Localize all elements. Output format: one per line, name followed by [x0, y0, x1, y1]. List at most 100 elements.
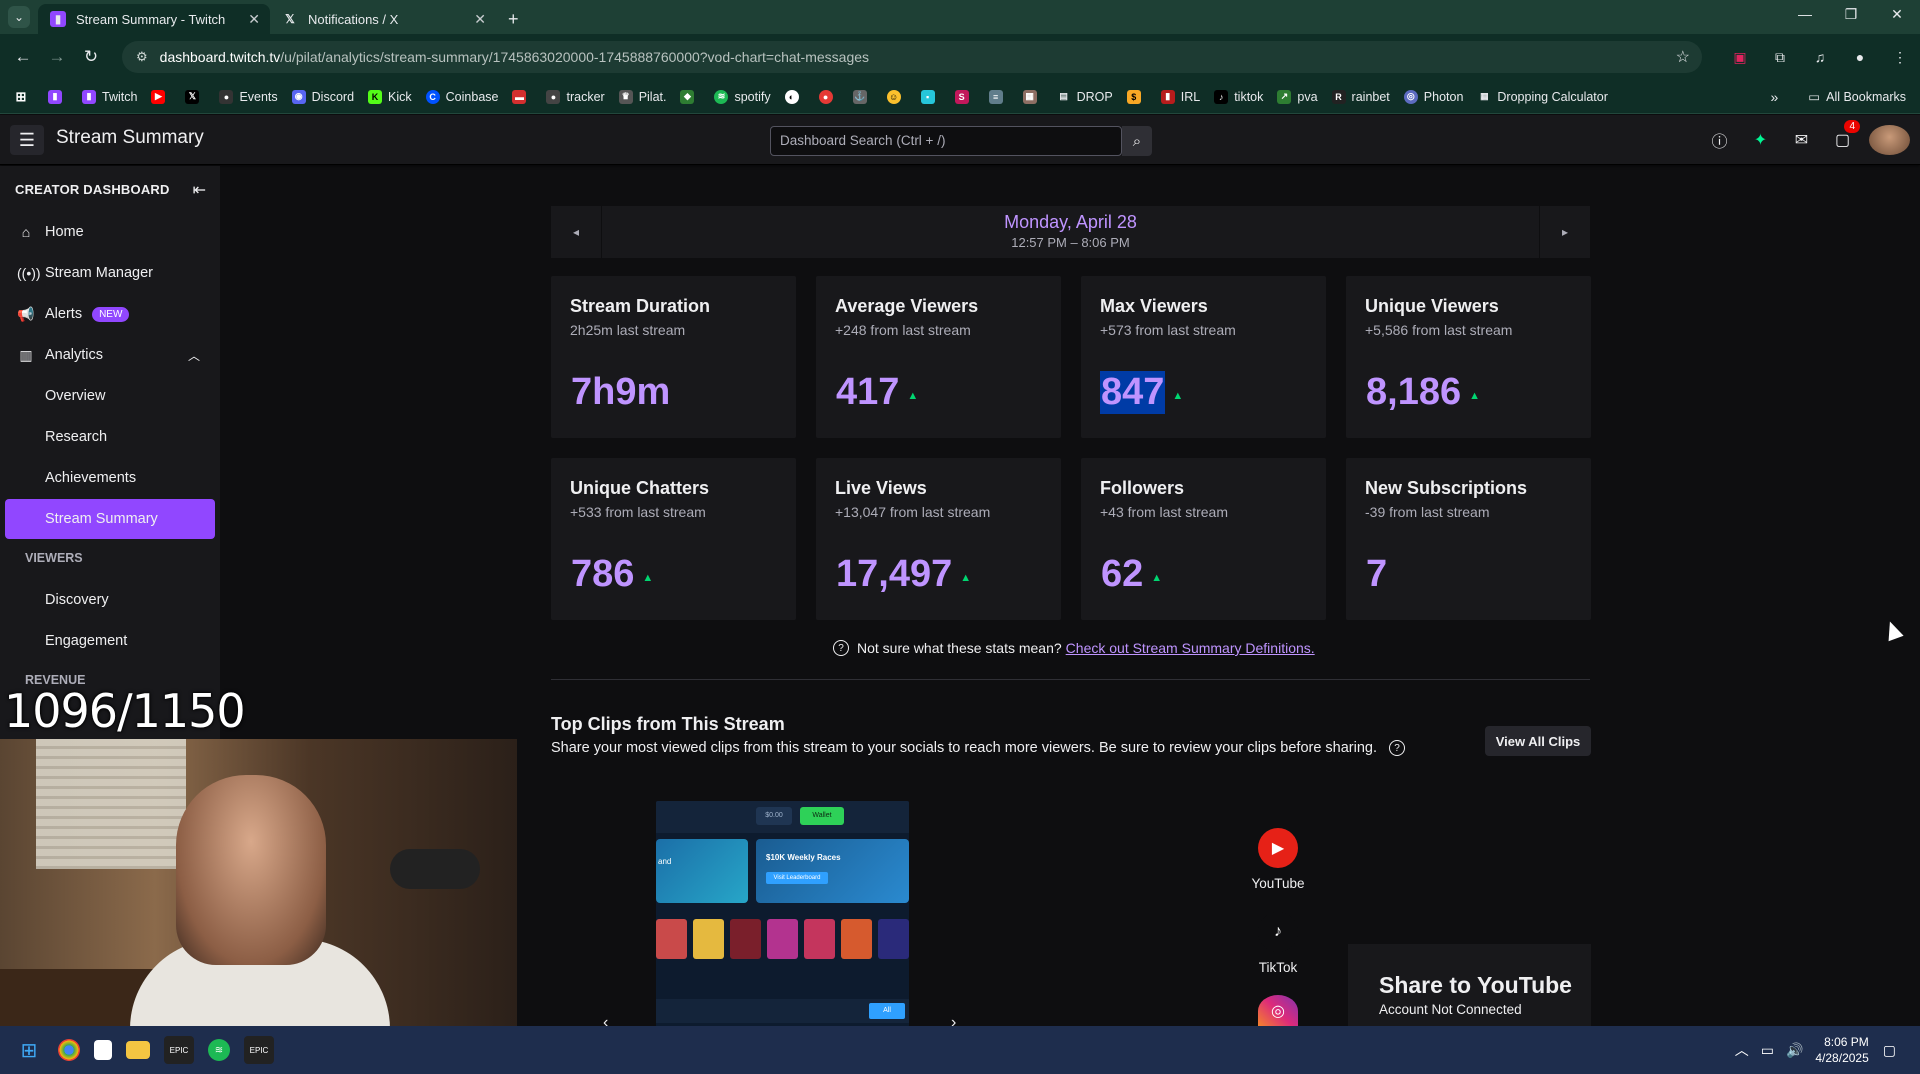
site-info-icon[interactable]: ⚙ — [136, 49, 148, 65]
user-avatar[interactable] — [1869, 125, 1910, 155]
trend-up-icon: ▲ — [907, 389, 919, 402]
collapse-sidebar-icon[interactable]: ⇤ — [193, 180, 206, 200]
bookmark-drop[interactable]: ▤ DROP — [1057, 90, 1112, 104]
bookmark-teal-icon[interactable]: ▪ — [920, 89, 941, 104]
bookmark-twitch-icon[interactable]: ▮ — [48, 89, 68, 104]
close-tab-icon[interactable]: ✕ — [248, 11, 260, 28]
spotify-icon[interactable]: ≋ — [208, 1039, 230, 1061]
extension-icon[interactable]: ▣ — [1720, 49, 1760, 66]
thumb-leaderboard-button: Visit Leaderboard — [766, 872, 828, 884]
bookmark-photon[interactable]: ◎ Photon — [1403, 89, 1463, 104]
next-stream-icon[interactable]: ▸ — [1539, 206, 1590, 258]
bookmark-globe-icon[interactable]: ◐ — [784, 89, 805, 104]
browser-tab-strip: ⌄ ▮ Stream Summary - Twitch ✕ 𝕏 Notifica… — [0, 0, 1920, 34]
sidebar-item-analytics[interactable]: ▥ Analytics ︿ — [0, 337, 220, 373]
chrome-icon[interactable] — [58, 1039, 80, 1061]
volume-icon[interactable]: 🔊 — [1786, 1042, 1803, 1059]
more-bookmarks-icon[interactable]: » — [1771, 89, 1779, 105]
bookmark-x-icon[interactable]: 𝕏 — [185, 89, 205, 104]
notification-center-icon[interactable]: ▢ — [1883, 1042, 1896, 1059]
taskbar-clock[interactable]: 8:06 PM 4/28/2025 — [1815, 1034, 1868, 1066]
all-bookmarks-link[interactable]: All Bookmarks — [1826, 90, 1906, 104]
share-tiktok[interactable]: ♪ TikTok — [1257, 912, 1299, 975]
analytics-icon: ▥ — [19, 346, 33, 363]
inbox-icon[interactable]: ✉ — [1781, 130, 1822, 150]
bookmark-red-icon[interactable]: ▬ — [512, 89, 532, 104]
stream-summary-definitions-link[interactable]: Check out Stream Summary Definitions. — [1066, 640, 1315, 656]
bookmark-tiktok[interactable]: ♪ tiktok — [1214, 89, 1263, 104]
bookmark-discord[interactable]: ◉ Discord — [291, 89, 354, 104]
tab-stream-summary[interactable]: ▮ Stream Summary - Twitch ✕ — [38, 4, 270, 34]
bookmark-stack-icon[interactable]: ≡ — [988, 89, 1009, 104]
bookmark-face-icon[interactable]: ☺ — [886, 89, 907, 104]
sidebar-item-stream-manager[interactable]: ((•)) Stream Manager — [0, 255, 220, 291]
bookmark-s-icon[interactable]: S — [954, 89, 975, 104]
file-explorer-icon[interactable] — [126, 1041, 150, 1059]
bookmark-spotify[interactable]: ≋ spotify — [714, 89, 771, 104]
sparkle-icon[interactable]: ✦ — [1740, 130, 1781, 150]
new-tab-button[interactable]: + — [496, 4, 531, 34]
close-tab-icon[interactable]: ✕ — [474, 11, 486, 28]
bookmark-events[interactable]: ● Events — [219, 89, 278, 104]
bookmark-fire-icon[interactable]: ● — [818, 89, 839, 104]
bookmark-pilat[interactable]: ♛ Pilat. — [618, 89, 666, 104]
search-icon[interactable]: ⌕ — [1122, 126, 1152, 156]
browser-menu-icon[interactable]: ⋮ — [1880, 49, 1920, 66]
bookmark-tracker[interactable]: ● tracker — [546, 89, 605, 104]
apps-icon[interactable]: ⊞ — [14, 89, 34, 104]
help-icon[interactable]: ⓘ — [1699, 128, 1740, 152]
youtube-icon: ▶ — [1258, 828, 1298, 868]
bookmark-ship-icon[interactable]: ⚓ — [852, 89, 873, 104]
sidebar-item-achievements[interactable]: Achievements — [0, 460, 220, 496]
network-icon[interactable]: ▭ — [1761, 1042, 1774, 1059]
bookmark-green-icon[interactable]: ◆ — [680, 89, 700, 104]
share-youtube[interactable]: ▶ YouTube — [1251, 828, 1305, 891]
reload-icon[interactable]: ↻ — [74, 47, 108, 67]
sidebar-item-overview[interactable]: Overview — [0, 378, 220, 414]
stat-delta: +13,047 from last stream — [835, 504, 991, 520]
chevron-up-icon[interactable]: ︿ — [188, 347, 200, 364]
sidebar-item-engagement[interactable]: Engagement — [0, 623, 220, 659]
dashboard-search-input[interactable]: Dashboard Search (Ctrl + /) — [770, 126, 1122, 156]
extensions-puzzle-icon[interactable]: ⧉ — [1760, 49, 1800, 66]
previous-stream-icon[interactable]: ◂ — [551, 206, 602, 258]
bookmark-rainbet[interactable]: Rrainbet — [1331, 89, 1390, 104]
bookmark-dropping-calculator[interactable]: ▦ Dropping Calculator — [1477, 90, 1608, 104]
tab-notifications-x[interactable]: 𝕏 Notifications / X ✕ — [270, 4, 496, 34]
sidebar-item-stream-summary[interactable]: Stream Summary — [5, 499, 215, 539]
tab-search-button[interactable]: ⌄ — [8, 6, 30, 28]
bookmark-kick[interactable]: K Kick — [368, 89, 412, 104]
question-icon[interactable]: ? — [1389, 740, 1406, 756]
hamburger-menu-icon[interactable]: ☰ — [10, 125, 44, 155]
bookmark-pva[interactable]: ↗ pva — [1277, 89, 1318, 104]
minimize-icon[interactable]: — — [1782, 0, 1828, 28]
view-all-clips-button[interactable]: View All Clips — [1485, 726, 1591, 756]
back-icon[interactable]: ← — [6, 47, 40, 67]
bookmark-twitch[interactable]: ▮ Twitch — [82, 89, 137, 104]
sidebar-item-discovery[interactable]: Discovery — [0, 582, 220, 618]
url-field[interactable]: ⚙ dashboard.twitch.tv/u/pilat/analytics/… — [122, 41, 1702, 73]
windows-start-icon[interactable]: ⊞ — [14, 1036, 44, 1064]
bookmark-irl[interactable]: ▮ IRL — [1160, 89, 1200, 104]
media-control-icon[interactable]: ♫ — [1800, 49, 1840, 65]
twitch-icon: ▮ — [50, 11, 66, 27]
restore-icon[interactable]: ❐ — [1828, 0, 1874, 28]
close-window-icon[interactable]: ✕ — [1874, 0, 1920, 28]
bookmark-star-icon[interactable]: ☆ — [1676, 47, 1690, 67]
bookmark-youtube-icon[interactable]: ▶ — [151, 89, 171, 104]
bookmark-grid-icon[interactable]: ▦ — [1022, 89, 1043, 104]
forward-icon[interactable]: → — [40, 47, 74, 67]
share-instagram[interactable]: ◎ — [1257, 995, 1299, 1027]
profile-icon[interactable]: ● — [1840, 49, 1880, 65]
notepad-icon[interactable] — [94, 1040, 112, 1060]
sidebar-item-research[interactable]: Research — [0, 419, 220, 455]
bookmark-coin-icon[interactable]: $ — [1126, 89, 1147, 104]
epic-games-icon[interactable]: EPIC — [164, 1036, 194, 1064]
bookmark-coinbase[interactable]: C Coinbase — [425, 89, 498, 104]
tray-chevron-icon[interactable]: ︿ — [1735, 1040, 1749, 1060]
sidebar-item-home[interactable]: ⌂ Home — [0, 214, 220, 250]
notifications-icon[interactable]: ▢ 4 — [1822, 120, 1863, 150]
clip-thumbnail[interactable]: $0.00 Wallet and $10K Weekly Races Visit… — [656, 801, 909, 1027]
sidebar-item-alerts[interactable]: 📢 Alerts NEW — [0, 296, 220, 332]
epic-games-icon-2[interactable]: EPIC — [244, 1036, 274, 1064]
